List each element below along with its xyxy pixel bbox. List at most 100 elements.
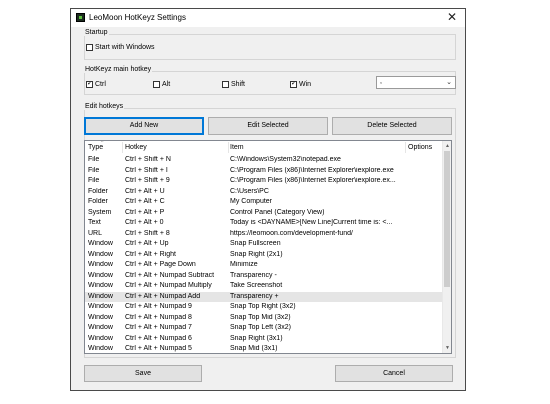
row-hotkey-cell: Ctrl + Alt + Numpad Multiply [125,282,212,289]
list-rows: File Ctrl + Shift + N C:\Windows\System32\… [85,155,443,353]
main-key-dropdown[interactable]: , ⌄ [376,76,456,89]
cancel-button[interactable]: Cancel [335,365,453,382]
row-item-cell: C:\Users\PC [230,187,269,195]
app-icon [76,13,85,22]
table-row[interactable]: Window Ctrl + Alt + Right Snap Right (2x1) [85,250,443,261]
row-hotkey-cell: Ctrl + Alt + P [125,208,165,216]
row-item-cell: Snap Fullscreen [230,240,281,247]
hotkeys-list[interactable]: ^ Type Hotkey Item Options File Ctrl + Sh… [84,140,452,354]
startup-group-label: Startup [84,29,109,36]
edit-hotkeys-group-label: Edit hotkeys [84,103,125,110]
row-hotkey-cell: Ctrl + Shift + I [125,166,168,174]
row-item-cell: Snap Mid (3x1) [230,345,278,352]
table-row[interactable]: Window Ctrl + Alt + Numpad 6 Snap Right (3… [85,334,443,345]
row-type-cell: Window [88,324,113,331]
row-type-cell: Folder [88,198,108,205]
window-title: LeoMoon HotKeyz Settings [89,13,186,22]
row-hotkey-cell: Ctrl + Alt + Numpad Subtract [125,271,215,279]
row-item-cell: C:\Windows\System32\notepad.exe [230,156,341,163]
table-row[interactable]: Window Ctrl + Alt + Up Snap Fullscreen [85,239,443,250]
row-item-cell: Snap Right (3x1) [230,334,283,342]
row-type-cell: Window [88,240,113,247]
start-with-windows-box[interactable] [86,43,93,51]
close-icon[interactable]: ✕ [445,10,459,24]
win-label: Win [299,80,312,88]
row-type-cell: Window [88,334,113,342]
win-box[interactable] [290,80,297,88]
add-new-button[interactable]: Add New [84,117,204,135]
table-row[interactable]: Window Ctrl + Alt + Numpad 7 Snap Top Left… [85,323,443,334]
edit-selected-button[interactable]: Edit Selected [208,117,328,135]
scroll-up-arrow-icon[interactable]: ▲ [443,141,451,151]
row-hotkey-cell: Ctrl + Alt + 0 [125,219,164,226]
row-hotkey-cell: Ctrl + Alt + Numpad 7 [125,324,192,331]
title-bar: LeoMoon HotKeyz Settings ✕ [71,9,465,27]
ctrl-checkbox[interactable]: Ctrl [86,79,106,89]
row-hotkey-cell: Ctrl + Alt + Right [125,250,176,258]
column-header-hotkey[interactable]: Hotkey [125,144,147,151]
row-type-cell: Text [88,219,101,226]
row-item-cell: C:\Program Files (x86)\Internet Explorer… [230,166,394,174]
row-item-cell: Snap Top Mid (3x2) [230,313,291,321]
table-row[interactable]: Text Ctrl + Alt + 0 Today is <DAYNAME>[New… [85,218,443,229]
shift-label: Shift [231,80,246,88]
column-separator[interactable] [228,142,229,153]
shift-box[interactable] [222,80,229,88]
row-hotkey-cell: Ctrl + Alt + U [125,187,165,195]
table-row[interactable]: Window Ctrl + Alt + Page Down Minimize [85,260,443,271]
row-item-cell: Transparency + [230,292,279,300]
table-row[interactable]: Window Ctrl + Alt + Numpad Add Transparenc… [85,291,443,302]
row-hotkey-cell: Ctrl + Alt + Up [125,240,169,247]
table-row[interactable]: Window Ctrl + Alt + Numpad Multiply Take S… [85,281,443,292]
row-type-cell: System [88,208,112,216]
row-type-cell: Window [88,282,113,289]
vertical-scrollbar[interactable]: ▲ ▼ [442,141,451,353]
start-with-windows-checkbox[interactable]: Start with Windows [86,42,155,52]
delete-selected-button[interactable]: Delete Selected [332,117,452,135]
shift-checkbox[interactable]: Shift [222,79,245,89]
table-row[interactable]: System Ctrl + Alt + P Control Panel (Categ… [85,208,443,219]
main-hotkey-group-label: HotKeyz main hotkey [84,66,153,73]
row-item-cell: https://leomoon.com/development-fund/ [230,229,353,237]
row-type-cell: Window [88,292,113,300]
scroll-down-arrow-icon[interactable]: ▼ [443,343,451,353]
win-checkbox[interactable]: Win [290,79,311,89]
row-item-cell: Snap Top Right (3x2) [230,303,296,310]
row-type-cell: Folder [88,187,108,195]
row-type-cell: Window [88,303,113,310]
ctrl-box[interactable] [86,80,93,88]
save-button[interactable]: Save [84,365,202,382]
start-with-windows-label: Start with Windows [95,43,155,51]
alt-label: Alt [162,80,171,88]
table-row[interactable]: URL Ctrl + Shift + 8 https://leomoon.com/d… [85,229,443,240]
row-hotkey-cell: Ctrl + Shift + 8 [125,229,170,237]
row-hotkey-cell: Ctrl + Alt + Numpad 9 [125,303,192,310]
row-item-cell: Snap Right (2x1) [230,250,283,258]
row-hotkey-cell: Ctrl + Alt + Page Down [125,261,196,268]
table-row[interactable]: Window Ctrl + Alt + Numpad 5 Snap Mid (3x1… [85,344,443,353]
chevron-down-icon: ⌄ [446,79,452,86]
row-item-cell: Control Panel (Category View) [230,208,325,216]
table-row[interactable]: Folder Ctrl + Alt + U C:\Users\PC [85,187,443,198]
column-separator[interactable] [405,142,406,153]
column-separator[interactable] [122,142,123,153]
table-row[interactable]: File Ctrl + Shift + N C:\Windows\System32\… [85,155,443,166]
table-row[interactable]: Folder Ctrl + Alt + C My Computer [85,197,443,208]
row-hotkey-cell: Ctrl + Shift + 9 [125,177,170,184]
alt-box[interactable] [153,80,160,88]
table-row[interactable]: File Ctrl + Shift + I C:\Program Files (x8… [85,166,443,177]
table-row[interactable]: Window Ctrl + Alt + Numpad 9 Snap Top Righ… [85,302,443,313]
table-row[interactable]: Window Ctrl + Alt + Numpad Subtract Transp… [85,271,443,282]
column-header-options[interactable]: Options [408,144,432,151]
column-header-type[interactable]: Type [88,144,103,151]
row-type-cell: Window [88,345,113,352]
column-header-item[interactable]: Item [230,144,244,151]
row-type-cell: Window [88,250,113,258]
table-row[interactable]: Window Ctrl + Alt + Numpad 8 Snap Top Mid … [85,313,443,324]
scroll-thumb[interactable] [444,151,450,287]
row-type-cell: File [88,166,100,174]
alt-checkbox[interactable]: Alt [153,79,170,89]
row-hotkey-cell: Ctrl + Alt + Numpad 8 [125,313,192,321]
table-row[interactable]: File Ctrl + Shift + 9 C:\Program Files (x8… [85,176,443,187]
row-type-cell: Window [88,261,113,268]
